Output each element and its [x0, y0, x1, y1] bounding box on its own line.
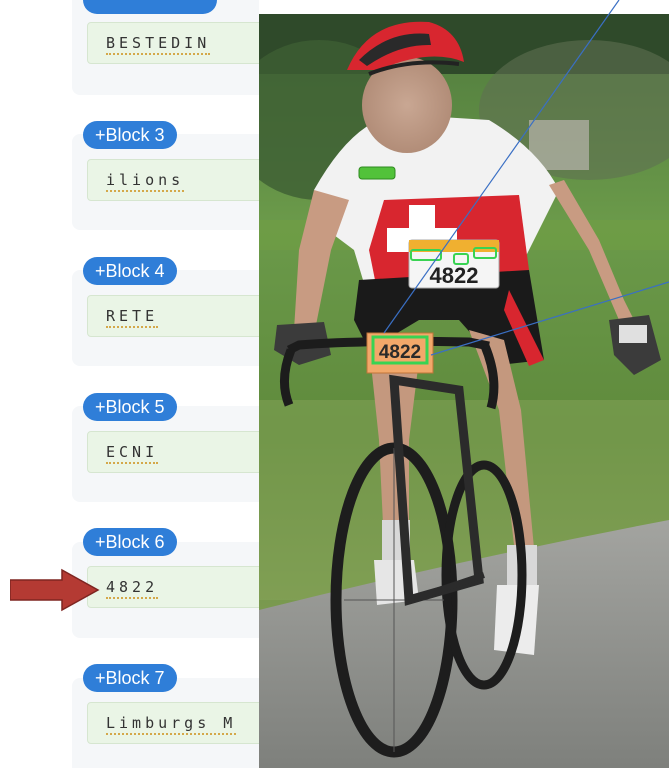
block-text-6-value: 4822: [106, 578, 159, 599]
jersey-bib-number: 4822: [430, 263, 479, 288]
cyclist-photo: 4822 4822: [259, 0, 669, 768]
block-badge-6[interactable]: +Block 6: [83, 528, 177, 556]
screenshot-canvas: BESTEDIN +Block 3 ilions +Block 4 RETE +…: [0, 0, 669, 768]
block-badge-7[interactable]: +Block 7: [83, 664, 177, 692]
block-badge-4[interactable]: +Block 4: [83, 257, 177, 285]
block-text-2-value: BESTEDIN: [106, 34, 211, 55]
block-badge-5[interactable]: +Block 5: [83, 393, 177, 421]
block-text-5-value: ECNI: [106, 443, 159, 464]
block-text-7-value: Limburgs M: [106, 714, 237, 735]
block-badge-3[interactable]: +Block 3: [83, 121, 177, 149]
block-text-4-value: RETE: [106, 307, 159, 328]
block-badge-2[interactable]: [83, 0, 217, 14]
block-text-3-value: ilions: [106, 171, 185, 192]
frame-plate-number: 4822: [379, 342, 421, 363]
cyclist-photo-graphic: 4822 4822: [259, 0, 669, 768]
red-arrow-icon: [10, 568, 100, 612]
